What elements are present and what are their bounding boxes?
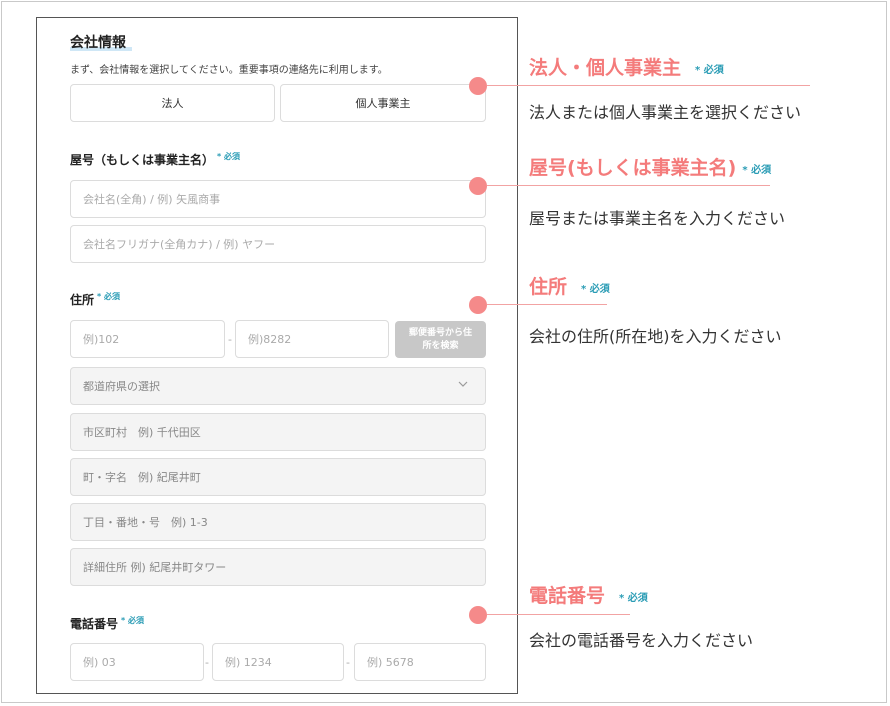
company-info-title: 会社情報 bbox=[70, 35, 126, 51]
annotation-address-desc: 会社の住所(所在地)を入力ください bbox=[529, 327, 782, 346]
city-input[interactable]: 市区町村 例) 千代田区 bbox=[70, 413, 486, 451]
phone3-input[interactable]: 例) 5678 bbox=[354, 643, 486, 681]
required-badge: * 必須 bbox=[742, 165, 772, 176]
zip-dash: - bbox=[228, 333, 232, 346]
annotation-type-label: 法人・個人事業主 bbox=[529, 57, 682, 79]
required-badge: * 必須 bbox=[217, 152, 240, 161]
zip-search-button[interactable]: 郵便番号から住所を検索 bbox=[395, 321, 486, 358]
corporation-button[interactable]: 法人 bbox=[70, 84, 275, 122]
address-title: 住所 * 必須 bbox=[70, 291, 120, 308]
phone-title: 電話番号 * 必須 bbox=[70, 615, 144, 632]
annotation-line bbox=[487, 85, 810, 86]
annotation-dot bbox=[469, 177, 487, 195]
phone2-input[interactable]: 例) 1234 bbox=[212, 643, 344, 681]
town-input[interactable]: 町・字名 例) 紀尾井町 bbox=[70, 458, 486, 496]
address-label: 住所 bbox=[70, 293, 95, 307]
phone1-input[interactable]: 例) 03 bbox=[70, 643, 204, 681]
required-badge: * 必須 bbox=[619, 593, 648, 604]
phone-dash-2: - bbox=[346, 656, 350, 669]
annotation-address-title: 住所 * 必須 bbox=[529, 272, 610, 299]
required-badge: * 必須 bbox=[695, 65, 724, 76]
annotation-dot bbox=[469, 296, 487, 314]
trade-name-input[interactable]: 会社名(全角) / 例) 矢風商事 bbox=[70, 180, 486, 218]
required-badge: * 必須 bbox=[97, 292, 120, 301]
trade-name-label: 屋号（もしくは事業主名） bbox=[70, 153, 215, 167]
trade-name-title: 屋号（もしくは事業主名） * 必須 bbox=[70, 151, 240, 168]
phone-label: 電話番号 bbox=[70, 617, 119, 631]
annotation-name-label: 屋号(もしくは事業主名) bbox=[529, 157, 737, 179]
zip1-input[interactable]: 例)102 bbox=[70, 320, 225, 358]
sole-proprietor-button[interactable]: 個人事業主 bbox=[280, 84, 486, 122]
zip2-input[interactable]: 例)8282 bbox=[235, 320, 389, 358]
annotation-phone-desc: 会社の電話番号を入力ください bbox=[529, 631, 754, 650]
annotation-line bbox=[487, 185, 770, 186]
annotation-type-desc: 法人または個人事業主を選択ください bbox=[529, 103, 802, 122]
detail-address-input[interactable]: 詳細住所 例) 紀尾井町タワー bbox=[70, 548, 486, 586]
annotation-phone-title: 電話番号 * 必須 bbox=[529, 581, 648, 608]
annotation-dot bbox=[469, 77, 487, 95]
required-badge: * 必須 bbox=[581, 284, 610, 295]
trade-name-kana-input[interactable]: 会社名フリガナ(全角カナ) / 例) ヤフー bbox=[70, 225, 486, 263]
annotation-address-label: 住所 bbox=[529, 276, 568, 298]
annotation-dot bbox=[469, 606, 487, 624]
zip-search-label: 郵便番号から住所を検索 bbox=[408, 327, 472, 351]
phone-dash-1: - bbox=[205, 656, 209, 669]
annotation-phone-label: 電話番号 bbox=[529, 585, 606, 607]
annotation-type-title: 法人・個人事業主 * 必須 bbox=[529, 53, 724, 80]
annotation-line bbox=[487, 614, 630, 615]
chevron-down-icon bbox=[458, 380, 468, 391]
prefecture-select[interactable]: 都道府県の選択 bbox=[70, 367, 486, 405]
annotation-name-desc: 屋号または事業主名を入力ください bbox=[529, 209, 786, 228]
intro-text: まず、会社情報を選択してください。重要事項の連絡先に利用します。 bbox=[70, 65, 388, 76]
required-badge: * 必須 bbox=[121, 616, 144, 625]
block-input[interactable]: 丁目・番地・号 例) 1-3 bbox=[70, 503, 486, 541]
annotation-line bbox=[487, 304, 607, 305]
annotation-name-title: 屋号(もしくは事業主名) * 必須 bbox=[529, 153, 771, 180]
